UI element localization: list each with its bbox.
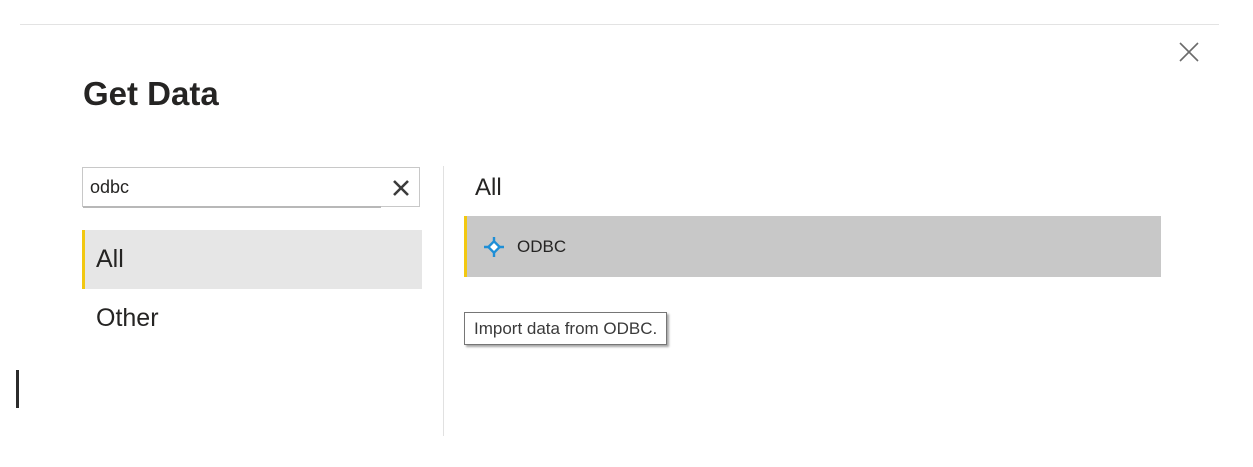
dialog-top-border (20, 24, 1219, 25)
search-underline (83, 206, 381, 208)
category-item-other[interactable]: Other (82, 289, 422, 348)
result-item-label: ODBC (517, 237, 567, 256)
category-item-label: Other (96, 304, 159, 332)
left-edge-mark (16, 370, 19, 408)
category-item-label: All (96, 245, 124, 273)
results-heading: All (475, 174, 502, 201)
clear-x-icon (393, 180, 409, 196)
search-input[interactable] (90, 172, 370, 202)
category-item-all[interactable]: All (82, 230, 422, 289)
clear-search-button[interactable] (389, 176, 413, 200)
result-item-odbc[interactable]: ODBC (464, 216, 1161, 277)
search-box (82, 167, 420, 208)
panel-divider (443, 166, 444, 436)
tooltip: Import data from ODBC. (464, 312, 668, 345)
close-icon (1179, 42, 1199, 62)
category-list: All Other (82, 230, 422, 348)
dialog-title: Get Data (83, 75, 219, 112)
close-button[interactable] (1175, 38, 1203, 66)
odbc-connector-icon (484, 237, 504, 257)
